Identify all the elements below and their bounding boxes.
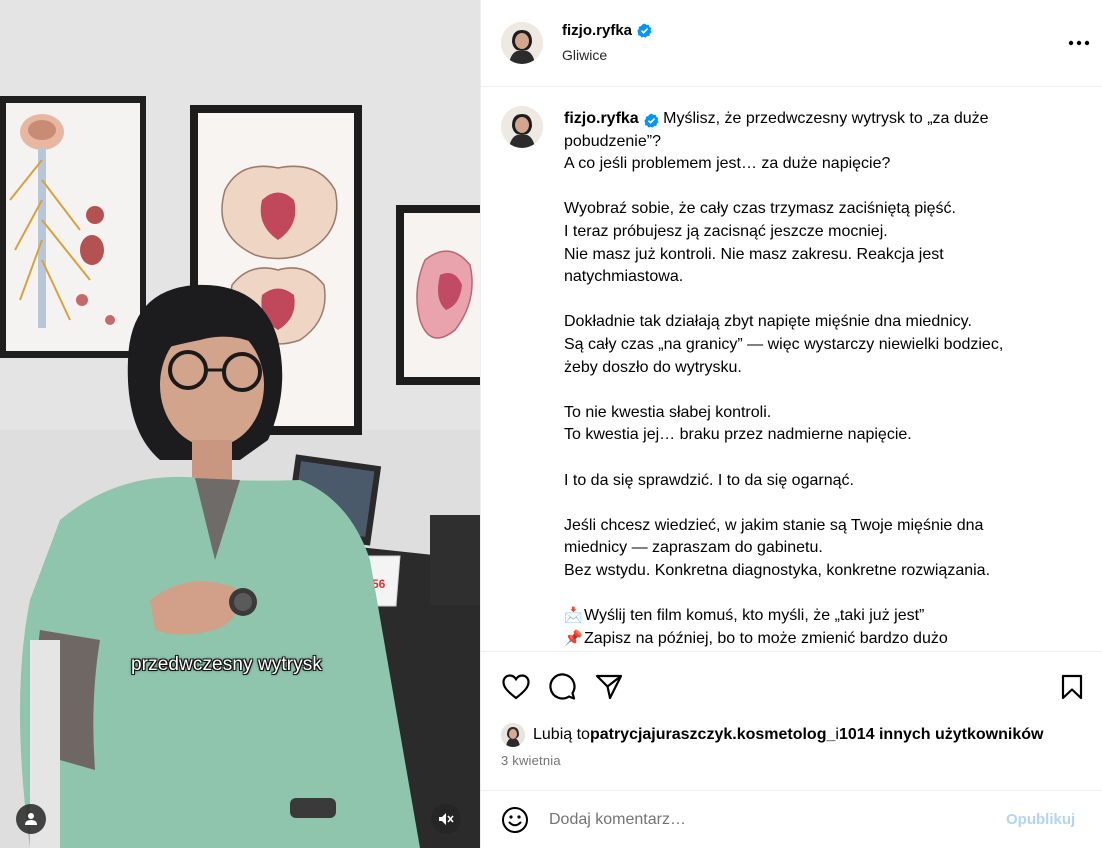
post-caption: fizjo.ryfka Myślisz, że przedwczesny wyt… <box>564 108 1024 650</box>
bookmark-icon <box>1061 674 1083 700</box>
post-details-panel: fizjo.ryfka Gliwice fizjo.ryfka Myślisz,… <box>480 0 1102 848</box>
caption-line: A co jeśli problemem jest… za duże napię… <box>564 155 891 173</box>
caption-line: To kwestia jej… braku przez nadmierne na… <box>564 426 912 444</box>
verified-badge-icon <box>644 113 659 128</box>
caption-line: Wyobraź sobie, że cały czas trzymasz zac… <box>564 200 956 218</box>
caption-bullet-text: Zapisz na później, bo to może zmienić ba… <box>584 629 948 647</box>
caption-line: I teraz próbujesz ją zacisnąć jeszcze mo… <box>564 222 888 240</box>
comment-bubble-icon <box>549 673 576 700</box>
heart-icon <box>502 674 530 700</box>
share-button[interactable] <box>594 672 624 702</box>
caption-line <box>564 492 1024 515</box>
comment-button[interactable] <box>547 672 577 702</box>
user-tag-icon <box>25 813 37 825</box>
caption-area: fizjo.ryfka Myślisz, że przedwczesny wyt… <box>481 88 1102 650</box>
comment-input[interactable] <box>549 809 989 831</box>
caption-line: Dokładnie tak działają zbyt napięte mięś… <box>564 313 972 331</box>
post-date[interactable]: 3 kwietnia <box>501 753 561 768</box>
caption-line: I to da się sprawdzić. I to da się ogarn… <box>564 471 854 489</box>
post-video[interactable]: 56 przedwczesny wytrysk <box>0 0 480 848</box>
emoji-picker-button[interactable] <box>501 806 529 834</box>
likes-others-link[interactable]: 1014 innych użytkowników <box>839 726 1044 744</box>
video-caption-overlay: przedwczesny wytrysk <box>131 654 322 675</box>
caption-line: Są cały czas „na granicy” — więc wystarc… <box>564 335 1004 376</box>
likes-prefix: Lubią to <box>533 726 590 743</box>
caption-line <box>564 379 1024 402</box>
caption-line <box>564 447 1024 470</box>
like-button[interactable] <box>501 672 531 702</box>
caption-line <box>564 176 1024 199</box>
caption-line: Nie masz już kontroli. Nie masz zakresu.… <box>564 245 944 286</box>
author-username[interactable]: fizjo.ryfka <box>562 22 652 39</box>
tagged-users-button[interactable] <box>16 804 46 834</box>
caption-line: Bez wstydu. Konkretna diagnostyka, konkr… <box>564 561 991 579</box>
envelope-arrow-icon: 📩 <box>564 607 583 625</box>
caption-bullet: 📩Wyślij ten film komuś, kto myśli, że „t… <box>564 605 1024 628</box>
profile-photo <box>501 106 543 148</box>
instagram-post: 56 przedwczesny wytrysk fizjo.ryfka Gliw… <box>0 0 1102 848</box>
anatomy-poster-organs <box>396 205 480 385</box>
liker-avatar[interactable] <box>501 723 525 747</box>
share-paper-plane-icon <box>595 674 623 700</box>
anatomy-poster-nervous-system <box>0 96 146 358</box>
caption-author-avatar[interactable] <box>501 106 543 148</box>
author-avatar[interactable] <box>501 22 543 64</box>
caption-line <box>564 289 1024 312</box>
post-location[interactable]: Gliwice <box>562 47 607 63</box>
mute-toggle-button[interactable] <box>431 804 461 834</box>
author-username-text[interactable]: fizjo.ryfka <box>562 22 632 39</box>
profile-photo <box>501 22 543 64</box>
smiley-emoji-icon <box>502 807 528 833</box>
comment-bar: Opublikuj <box>481 790 1102 848</box>
likes-summary: Lubią to patrycjajuraszczyk.kosmetolog_ … <box>501 721 1043 749</box>
verified-badge-icon <box>637 23 652 38</box>
caption-bullet: 📌Zapisz na później, bo to może zmienić b… <box>564 628 1024 650</box>
video-frame: 56 <box>0 0 480 848</box>
more-options-button[interactable] <box>1066 33 1092 53</box>
publish-comment-button[interactable]: Opublikuj <box>1006 811 1075 828</box>
pushpin-icon: 📌 <box>564 629 583 647</box>
save-button[interactable] <box>1057 672 1087 702</box>
caption-line: Jeśli chcesz wiedzieć, w jakim stanie są… <box>564 516 984 557</box>
profile-photo <box>501 723 525 747</box>
caption-username[interactable]: fizjo.ryfka <box>564 108 659 131</box>
post-header: fizjo.ryfka Gliwice <box>481 0 1102 87</box>
muted-speaker-icon <box>439 813 454 825</box>
caption-bullet-text: Wyślij ten film komuś, kto myśli, że „ta… <box>584 607 925 625</box>
caption-line: To nie kwestia słabej kontroli. <box>564 403 772 421</box>
more-options-icon <box>1068 40 1090 46</box>
caption-username-text[interactable]: fizjo.ryfka <box>564 108 639 131</box>
caption-line <box>564 582 1024 605</box>
liker-username[interactable]: patrycjajuraszczyk.kosmetolog_ <box>590 726 835 744</box>
